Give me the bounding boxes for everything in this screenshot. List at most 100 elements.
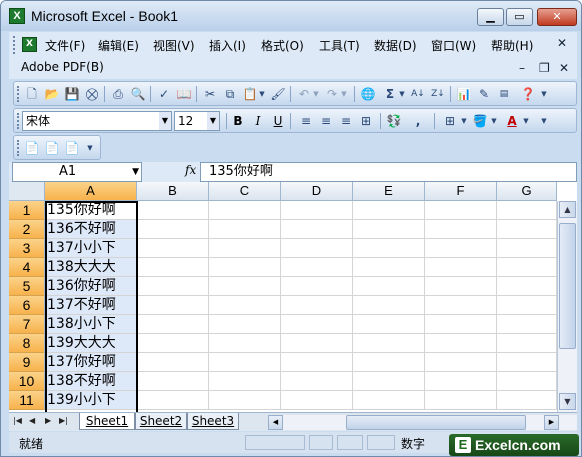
cell-e7[interactable] [353, 315, 425, 334]
cell-d1[interactable] [281, 201, 353, 220]
cell-a10[interactable]: 138不好啊 [45, 372, 137, 391]
cell-f11[interactable] [425, 391, 497, 410]
cell-f7[interactable] [425, 315, 497, 334]
cell-f9[interactable] [425, 353, 497, 372]
comma-style-icon[interactable]: , [410, 113, 426, 129]
align-center-icon[interactable]: ≡ [318, 113, 334, 129]
drawing-icon[interactable]: ✎ [476, 86, 492, 102]
scroll-left-icon[interactable]: ◀ [268, 415, 283, 430]
cell-f10[interactable] [425, 372, 497, 391]
font-color-icon[interactable]: A [504, 113, 520, 129]
scroll-up-icon[interactable]: ▲ [559, 201, 576, 218]
cell-c2[interactable] [209, 220, 281, 239]
worksheet-grid[interactable]: A B C D E F G 1 135你好啊 2 136不好啊 3 137小小下 4 138大大大 5 136你… [9, 182, 577, 412]
font-color-dropdown-icon[interactable]: ▼ [522, 113, 530, 129]
bold-icon[interactable]: B [230, 113, 246, 129]
workbook-icon[interactable]: X [22, 37, 37, 52]
sheet-tab-3[interactable]: Sheet3 [187, 413, 239, 430]
close-button[interactable]: ✕ [537, 8, 577, 26]
menu-edit[interactable]: 编辑(E) [98, 37, 139, 54]
italic-icon[interactable]: I [250, 113, 266, 129]
menu-insert[interactable]: 插入(I) [209, 37, 246, 54]
cell-f8[interactable] [425, 334, 497, 353]
cell-a6[interactable]: 137不好啊 [45, 296, 137, 315]
cell-b6[interactable] [137, 296, 209, 315]
cell-e5[interactable] [353, 277, 425, 296]
new-icon[interactable]: 🗋 [24, 86, 40, 102]
cell-g3[interactable] [497, 239, 557, 258]
column-header-d[interactable]: D [281, 182, 353, 201]
prev-sheet-icon[interactable]: ◀ [29, 416, 35, 425]
row-header-10[interactable]: 10 [9, 372, 45, 391]
row-header-11[interactable]: 11 [9, 391, 45, 410]
pdf-convert-icon[interactable]: 📄 [24, 140, 40, 156]
row-header-4[interactable]: 4 [9, 258, 45, 277]
cell-e2[interactable] [353, 220, 425, 239]
cell-c3[interactable] [209, 239, 281, 258]
cell-c7[interactable] [209, 315, 281, 334]
row-header-6[interactable]: 6 [9, 296, 45, 315]
toolbar-options-icon[interactable]: ▼ [86, 140, 94, 156]
cell-a11[interactable]: 139小小下 [45, 391, 137, 410]
cell-g1[interactable] [497, 201, 557, 220]
paste-dropdown-icon[interactable]: ▼ [258, 86, 266, 102]
grip-handle[interactable] [13, 36, 17, 54]
cell-a1[interactable]: 135你好啊 [45, 201, 137, 220]
fill-color-dropdown-icon[interactable]: ▼ [490, 113, 498, 129]
fill-color-icon[interactable]: 🪣 [472, 113, 488, 129]
chart-wizard-icon[interactable]: 📊 [456, 86, 472, 102]
help-icon[interactable]: ❓ [520, 86, 536, 102]
cell-d5[interactable] [281, 277, 353, 296]
cell-b8[interactable] [137, 334, 209, 353]
format-painter-icon[interactable]: 🖌 [270, 86, 286, 102]
currency-icon[interactable]: 💱 [386, 113, 402, 129]
cell-f4[interactable] [425, 258, 497, 277]
sheet-tab-1[interactable]: Sheet1 [79, 413, 135, 430]
cell-b2[interactable] [137, 220, 209, 239]
undo-dropdown-icon[interactable]: ▼ [312, 86, 320, 102]
doc-close-icon-2[interactable]: ✕ [559, 61, 569, 75]
cut-icon[interactable]: ✂ [202, 86, 218, 102]
cell-d3[interactable] [281, 239, 353, 258]
cell-d2[interactable] [281, 220, 353, 239]
autosum-dropdown-icon[interactable]: ▼ [398, 86, 406, 102]
cell-c1[interactable] [209, 201, 281, 220]
sort-descending-icon[interactable]: Z↓ [430, 86, 446, 102]
cell-d9[interactable] [281, 353, 353, 372]
cell-d8[interactable] [281, 334, 353, 353]
sort-ascending-icon[interactable]: A↓ [410, 86, 426, 102]
font-size-select[interactable]: 12 ▼ [174, 111, 220, 131]
cell-e6[interactable] [353, 296, 425, 315]
toolbar-options-icon[interactable]: ▼ [540, 113, 548, 129]
row-header-9[interactable]: 9 [9, 353, 45, 372]
name-box[interactable]: A1 ▼ [12, 162, 142, 182]
cell-a7[interactable]: 138小小下 [45, 315, 137, 334]
align-left-icon[interactable]: ≡ [298, 113, 314, 129]
cell-b10[interactable] [137, 372, 209, 391]
research-icon[interactable]: 📖 [176, 86, 192, 102]
cell-g2[interactable] [497, 220, 557, 239]
row-header-7[interactable]: 7 [9, 315, 45, 334]
horizontal-scrollbar[interactable]: ◀ ▶ [268, 415, 577, 430]
cell-a5[interactable]: 136你好啊 [45, 277, 137, 296]
hyperlink-icon[interactable]: 🌐 [360, 86, 376, 102]
cell-b11[interactable] [137, 391, 209, 410]
cell-a3[interactable]: 137小小下 [45, 239, 137, 258]
cell-b3[interactable] [137, 239, 209, 258]
paste-icon[interactable]: 📋 [242, 86, 258, 102]
vertical-scrollbar[interactable]: ▲ ▼ [557, 201, 577, 412]
formula-input[interactable]: 135你好啊 [200, 162, 577, 182]
spelling-icon[interactable]: ✓ [156, 86, 172, 102]
print-icon[interactable]: ⎙ [110, 86, 126, 102]
chevron-down-icon[interactable]: ▼ [207, 112, 219, 130]
cell-f5[interactable] [425, 277, 497, 296]
cell-g5[interactable] [497, 277, 557, 296]
cell-e11[interactable] [353, 391, 425, 410]
column-header-g[interactable]: G [497, 182, 557, 201]
doc-close-icon[interactable]: ✕ [557, 36, 567, 50]
column-header-e[interactable]: E [353, 182, 425, 201]
cell-a4[interactable]: 138大大大 [45, 258, 137, 277]
cell-e10[interactable] [353, 372, 425, 391]
print-preview-icon[interactable]: 🔍 [130, 86, 146, 102]
align-right-icon[interactable]: ≡ [338, 113, 354, 129]
